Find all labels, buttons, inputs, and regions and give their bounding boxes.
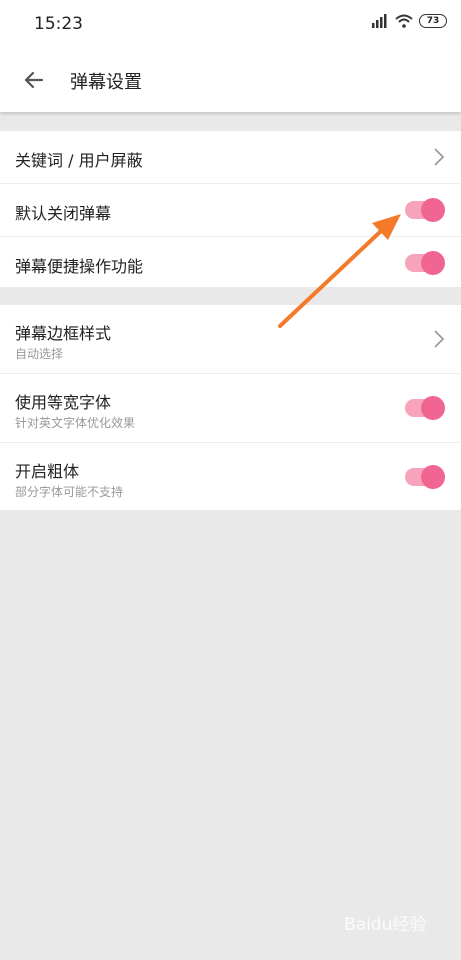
toggle-knob <box>421 251 445 275</box>
toggle-switch[interactable] <box>405 465 445 489</box>
toggle-knob <box>421 198 445 222</box>
battery-icon: 73 <box>419 14 447 28</box>
setting-sublabel: 针对英文字体优化效果 <box>15 416 136 430</box>
wifi-icon <box>395 14 413 28</box>
settings-group-2: 弹幕边框样式 自动选择 使用等宽字体 针对英文字体优化效果 开启粗体 部分字体可… <box>0 305 461 510</box>
chevron-right-icon <box>434 148 445 166</box>
toggle-knob <box>421 465 445 489</box>
toggle-switch[interactable] <box>405 198 445 222</box>
status-time: 15:23 <box>34 14 83 34</box>
setting-label: 关键词 / 用户屏蔽 <box>15 151 143 170</box>
setting-label: 弹幕便捷操作功能 <box>15 257 144 276</box>
setting-row-bold: 开启粗体 部分字体可能不支持 <box>0 443 461 511</box>
setting-sublabel: 自动选择 <box>15 347 64 361</box>
setting-row-default-off: 默认关闭弹幕 <box>0 184 461 237</box>
page-title: 弹幕设置 <box>70 72 142 93</box>
toggle-knob <box>421 396 445 420</box>
chevron-right-icon <box>434 330 445 348</box>
setting-label: 弹幕边框样式 <box>15 324 112 343</box>
toggle-switch[interactable] <box>405 396 445 420</box>
status-icons: 73 <box>371 14 447 28</box>
setting-label: 使用等宽字体 <box>15 393 112 412</box>
setting-row-keyword-block[interactable]: 关键词 / 用户屏蔽 <box>0 131 461 184</box>
setting-row-monospace: 使用等宽字体 针对英文字体优化效果 <box>0 374 461 443</box>
setting-row-quick-actions: 弹幕便捷操作功能 <box>0 237 461 289</box>
setting-label: 默认关闭弹幕 <box>15 204 112 223</box>
setting-sublabel: 部分字体可能不支持 <box>15 485 124 499</box>
toolbar: 弹幕设置 <box>0 48 461 112</box>
settings-group-1: 关键词 / 用户屏蔽 默认关闭弹幕 弹幕便捷操作功能 <box>0 131 461 287</box>
setting-row-border-style[interactable]: 弹幕边框样式 自动选择 <box>0 305 461 374</box>
back-arrow-icon[interactable] <box>22 68 46 92</box>
toggle-switch[interactable] <box>405 251 445 275</box>
watermark: Baidu经验 <box>344 915 427 935</box>
status-bar: 15:23 73 <box>0 0 461 48</box>
setting-label: 开启粗体 <box>15 462 80 481</box>
signal-icon <box>372 14 387 28</box>
